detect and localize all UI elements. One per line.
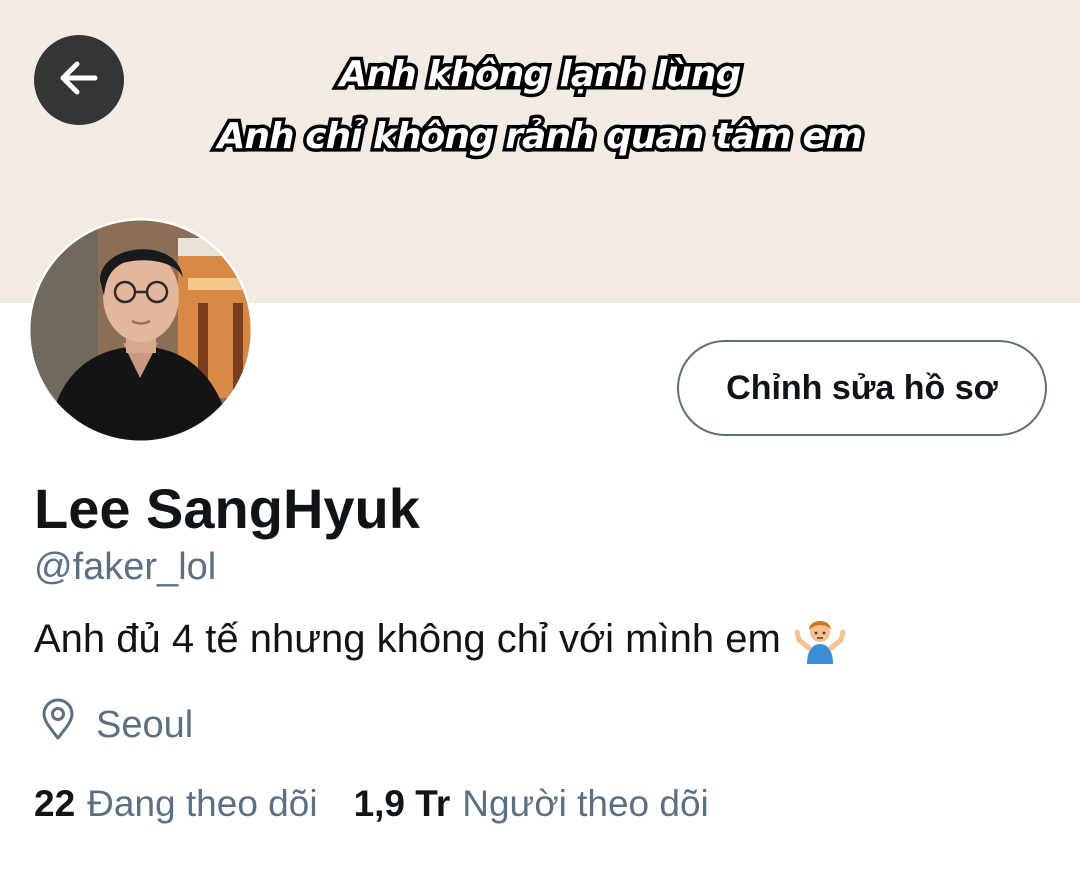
following-link[interactable]: 22 Đang theo dõi (34, 783, 318, 825)
display-name: Lee SangHyuk (34, 477, 420, 540)
location-pin-icon (36, 698, 96, 752)
profile-page: Anh không lạnh lùng Anh chỉ không rảnh q… (0, 0, 1080, 879)
following-count: 22 (34, 783, 76, 824)
location-text: Seoul (96, 703, 194, 746)
bio: Anh đủ 4 tế nhưng không chỉ với mình em (34, 614, 846, 664)
banner-text-line-1: Anh không lạnh lùng (336, 51, 745, 99)
followers-count: 1,9 Tr (353, 783, 451, 824)
back-button[interactable] (34, 35, 124, 125)
person-shrugging-emoji-icon (794, 614, 846, 664)
user-handle: @faker_lol (34, 546, 217, 588)
bio-text: Anh đủ 4 tế nhưng không chỉ với mình em (34, 616, 781, 661)
location: Seoul (36, 698, 194, 752)
followers-link[interactable]: 1,9 Tr Người theo dõi (354, 783, 709, 825)
follow-stats: 22 Đang theo dõi 1,9 Tr Người theo dõi (34, 783, 709, 825)
edit-profile-button[interactable]: Chỉnh sửa hồ sơ (677, 340, 1047, 436)
avatar[interactable] (28, 218, 253, 443)
following-label: Đang theo dõi (87, 783, 318, 824)
arrow-left-icon (55, 54, 103, 107)
banner-text-line-2: Anh chỉ không rảnh quan tâm em (214, 113, 867, 161)
followers-label: Người theo dõi (462, 783, 709, 824)
